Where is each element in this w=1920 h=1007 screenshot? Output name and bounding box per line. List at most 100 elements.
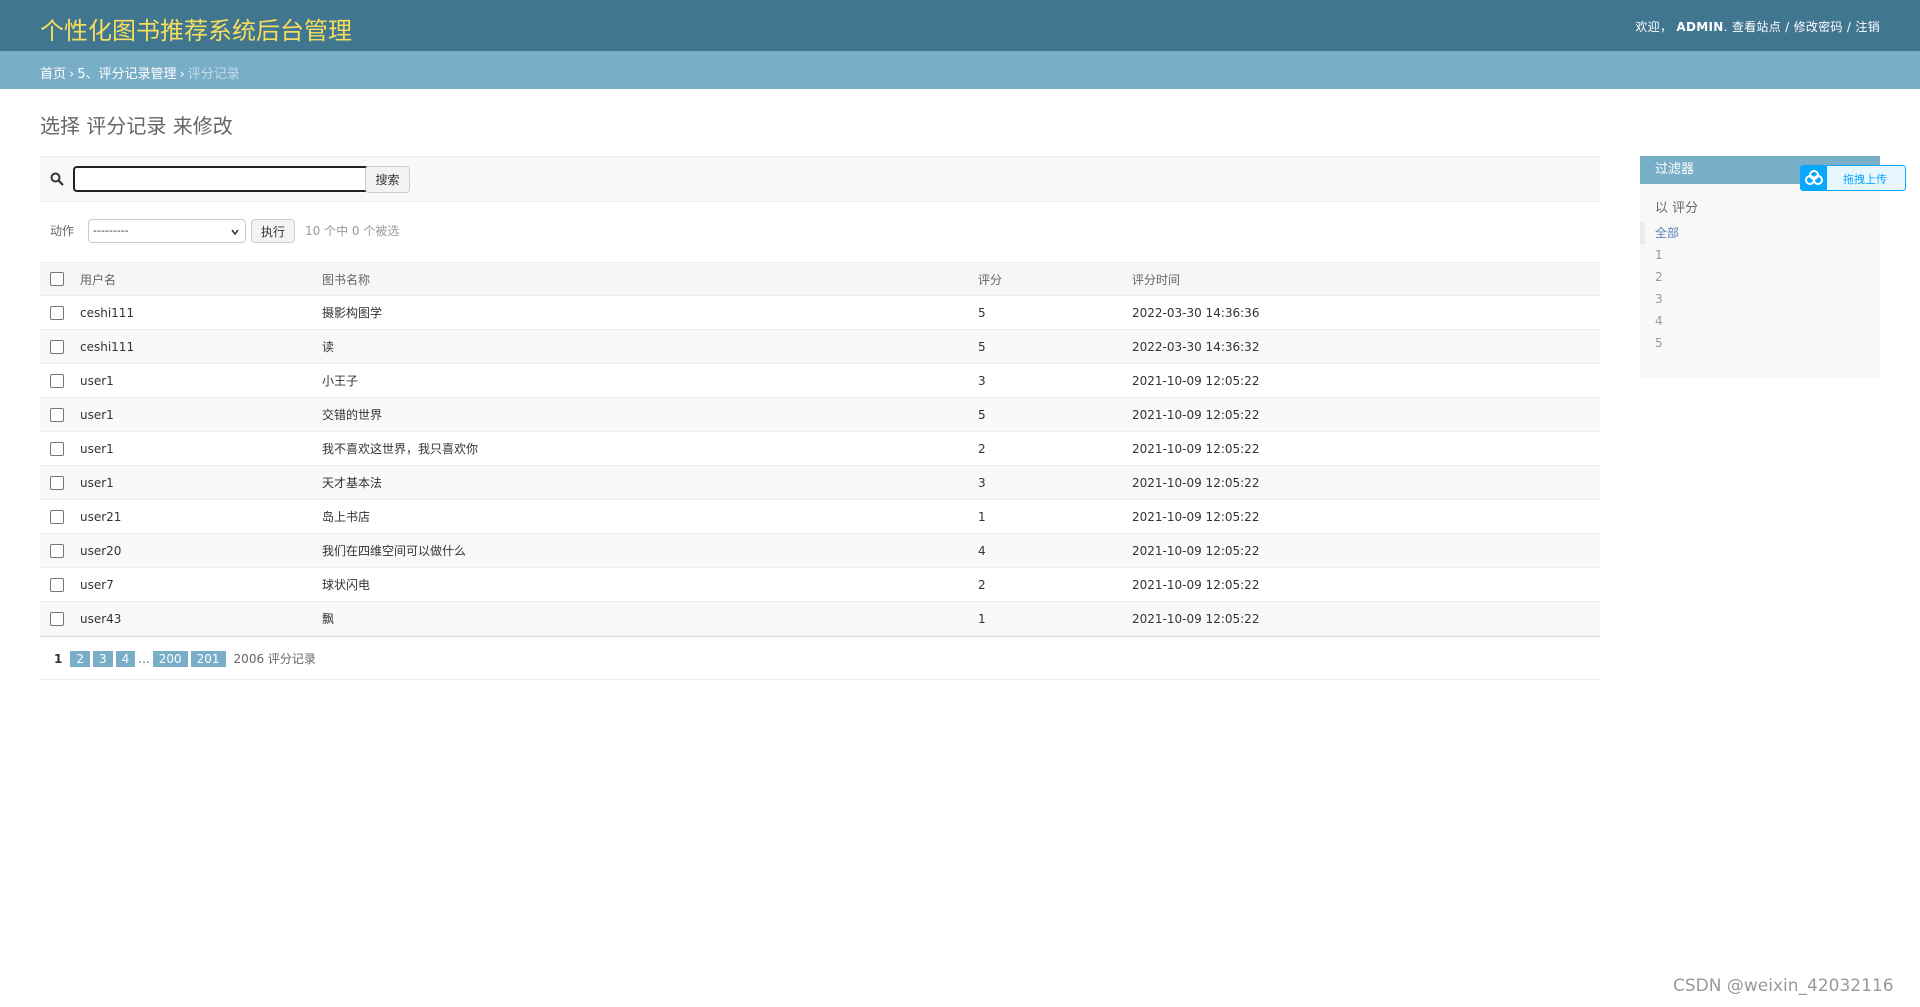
row-checkbox[interactable] [50, 441, 64, 456]
page-ellipsis: ... [138, 652, 150, 666]
cell-score: 2 [978, 431, 1132, 466]
page-link[interactable]: 2 [70, 651, 90, 667]
table-row: user1 天才基本法 3 2021-10-09 12:05:22 [40, 465, 1600, 500]
watermark: CSDN @weixin_42032116 [1673, 976, 1894, 996]
cell-book: 天才基本法 [322, 465, 978, 500]
filter-option[interactable]: 5 [1640, 332, 1880, 354]
filter-option[interactable]: 2 [1640, 266, 1880, 288]
column-header-score[interactable]: 评分 [978, 262, 1132, 296]
filter-option[interactable]: 4 [1640, 310, 1880, 332]
cell-user[interactable]: user1 [80, 465, 322, 500]
cell-time: 2021-10-09 12:05:22 [1132, 363, 1600, 398]
cell-user[interactable]: user1 [80, 431, 322, 466]
column-header-user[interactable]: 用户名 [80, 262, 322, 296]
breadcrumb-current: 评分记录 [187, 67, 240, 82]
action-select-value: --------- [93, 224, 129, 237]
welcome-text: 欢迎， [1635, 20, 1673, 34]
breadcrumb-home[interactable]: 首页 [40, 67, 66, 82]
action-select[interactable]: --------- [88, 219, 246, 243]
user-tools: 欢迎， ADMIN. 查看站点 / 修改密码 / 注销 [1635, 20, 1880, 34]
drag-upload-widget[interactable]: 拖拽上传 [1800, 165, 1906, 191]
cell-time: 2021-10-09 12:05:22 [1132, 397, 1600, 432]
breadcrumb-sep: › [179, 67, 185, 82]
row-select-cell [40, 295, 80, 330]
cell-score: 2 [978, 567, 1132, 602]
breadcrumb-app[interactable]: 5、评分记录管理 [77, 67, 176, 82]
column-header-time[interactable]: 评分时间 [1132, 262, 1600, 296]
search-input[interactable] [73, 166, 369, 192]
cell-user[interactable]: user1 [80, 363, 322, 398]
column-header-book[interactable]: 图书名称 [322, 262, 978, 296]
username: ADMIN [1676, 20, 1724, 34]
search-icon [50, 172, 64, 186]
cell-book: 小王子 [322, 363, 978, 398]
row-checkbox[interactable] [50, 305, 64, 320]
table-row: ceshi111 读 5 2022-03-30 14:36:32 [40, 329, 1600, 364]
logout-link[interactable]: 注销 [1855, 20, 1880, 34]
search-button[interactable]: 搜索 [365, 166, 410, 193]
row-checkbox[interactable] [50, 373, 64, 388]
cell-book: 我不喜欢这世界，我只喜欢你 [322, 431, 978, 466]
table-body: ceshi111 摄影构图学 5 2022-03-30 14:36:36 ceshi11… [40, 295, 1600, 636]
row-select-cell [40, 601, 80, 636]
table-row: user1 交错的世界 5 2021-10-09 12:05:22 [40, 397, 1600, 432]
separator: / [1842, 20, 1856, 34]
breadcrumb-sep: › [69, 67, 75, 82]
cell-user[interactable]: ceshi111 [80, 295, 322, 330]
row-checkbox[interactable] [50, 509, 64, 524]
table-row: user20 我们在四维空间可以做什么 4 2021-10-09 12:05:22 [40, 533, 1600, 568]
row-select-cell [40, 465, 80, 500]
page-title: 选择 评分记录 来修改 [40, 114, 233, 138]
cell-score: 1 [978, 499, 1132, 534]
table-header-row: 用户名 图书名称 评分 评分时间 [40, 262, 1600, 296]
cell-score: 3 [978, 363, 1132, 398]
cell-score: 4 [978, 533, 1132, 568]
row-select-cell [40, 397, 80, 432]
cell-user[interactable]: user1 [80, 397, 322, 432]
cell-book: 飘 [322, 601, 978, 636]
page-link[interactable]: 4 [115, 651, 136, 667]
cell-user[interactable]: user21 [80, 499, 322, 534]
filter-options: 全部 1 2 3 4 5 [1640, 222, 1880, 354]
cell-book: 读 [322, 329, 978, 364]
cell-book: 岛上书店 [322, 499, 978, 534]
change-password-link[interactable]: 修改密码 [1794, 20, 1843, 34]
view-site-link[interactable]: 查看站点 [1732, 20, 1781, 34]
filter-option[interactable]: 1 [1640, 244, 1880, 266]
cell-user[interactable]: user7 [80, 567, 322, 602]
cell-user[interactable]: user43 [80, 601, 322, 636]
row-checkbox[interactable] [50, 339, 64, 354]
row-select-cell [40, 363, 80, 398]
filter-option[interactable]: 3 [1640, 288, 1880, 310]
row-checkbox[interactable] [50, 407, 64, 422]
page-link[interactable]: 201 [190, 651, 226, 667]
table-row: user7 球状闪电 2 2021-10-09 12:05:22 [40, 567, 1600, 602]
run-action-button[interactable]: 执行 [251, 219, 295, 243]
cell-time: 2022-03-30 14:36:36 [1132, 295, 1600, 330]
row-select-cell [40, 567, 80, 602]
cell-book: 我们在四维空间可以做什么 [322, 533, 978, 568]
filter-option[interactable]: 全部 [1640, 222, 1880, 244]
row-checkbox[interactable] [50, 577, 64, 592]
header: 个性化图书推荐系统后台管理 欢迎， ADMIN. 查看站点 / 修改密码 / 注… [0, 0, 1920, 51]
table-row: user1 我不喜欢这世界，我只喜欢你 2 2021-10-09 12:05:22 [40, 431, 1600, 466]
total-count: 2006 评分记录 [233, 652, 316, 666]
cell-score: 1 [978, 601, 1132, 636]
filter-by-label: 以 评分 [1655, 201, 1699, 216]
page-link[interactable]: 200 [152, 651, 188, 667]
cell-user[interactable]: user20 [80, 533, 322, 568]
select-all-header [40, 262, 80, 296]
cell-user[interactable]: ceshi111 [80, 329, 322, 364]
site-brand[interactable]: 个性化图书推荐系统后台管理 [40, 11, 352, 46]
row-checkbox[interactable] [50, 543, 64, 558]
chevron-down-icon [231, 229, 239, 236]
cell-book: 球状闪电 [322, 567, 978, 602]
page-link[interactable]: 3 [93, 651, 113, 667]
selection-counter: 10 个中 0 个被选 [305, 224, 400, 238]
cloud-icon [1801, 166, 1827, 190]
row-checkbox[interactable] [50, 475, 64, 490]
row-select-cell [40, 499, 80, 534]
row-checkbox[interactable] [50, 611, 64, 626]
cell-score: 5 [978, 329, 1132, 364]
select-all-checkbox[interactable] [50, 272, 64, 287]
